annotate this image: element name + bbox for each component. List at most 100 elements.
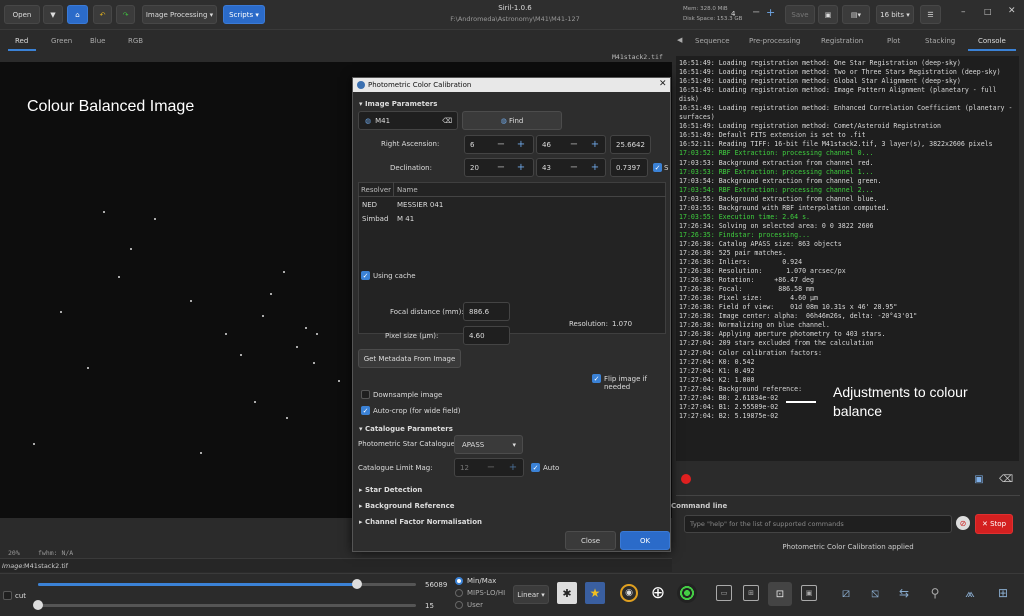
tool-falsecolor-icon[interactable]: ★ [585,582,605,604]
tab-registration[interactable]: Registration [821,37,863,45]
background-reference-expander[interactable]: ▸ Background Reference [359,502,455,510]
ra-hours-minus[interactable]: − [491,135,511,154]
rotate-left-icon[interactable]: ⧄ [836,583,856,603]
ok-button[interactable]: OK [620,531,670,550]
maximize-button[interactable]: □ [984,7,992,16]
radio-minmax[interactable] [455,577,463,585]
dec-minutes-plus[interactable]: + [585,158,605,177]
ra-seconds[interactable]: 25.6642 [610,135,651,154]
tab-rgb[interactable]: RGB [128,37,143,45]
catalogue-params-header[interactable]: ▾ Catalogue Parameters [359,425,453,433]
recent-dropdown-button[interactable]: ▼ [43,5,63,24]
zoom-one-icon[interactable]: ⊡ [768,582,792,606]
autocrop-label: Auto-crop (for wide field) [373,407,461,415]
clear-log-button[interactable]: ⌫ [999,472,1013,486]
image-processing-menu[interactable]: Image Processing ▾ [142,5,217,24]
south-checkbox[interactable]: ✓ [653,163,662,172]
save-log-button[interactable]: ▣ [972,472,986,486]
undo-button[interactable]: ↶ [93,5,112,24]
more-tools-icon[interactable]: ⊞ [992,583,1014,603]
ra-minutes-plus[interactable]: + [585,135,605,154]
limit-mag-minus[interactable]: − [481,458,501,477]
auto-limit-checkbox[interactable]: ✓ [531,463,540,472]
background-reference-title: Background Reference [364,502,455,510]
dec-seconds[interactable]: 0.7397 [610,158,648,177]
tab-sequence[interactable]: Sequence [695,37,730,45]
command-input[interactable]: Type "help" for the list of supported co… [684,515,952,533]
stop-button[interactable]: ✕ Stop [975,514,1013,534]
save-button[interactable]: Save [785,5,815,24]
dec-degrees-plus[interactable]: + [511,158,531,177]
histogram-icon[interactable]: ⩕ [959,583,981,603]
rotate-right-icon[interactable]: ⧅ [865,583,885,603]
minimize-button[interactable]: – [961,7,966,17]
close-button[interactable]: Close [565,531,616,550]
object-input[interactable]: ◍ M41 ⌫ [358,111,458,130]
zoom-fit-icon[interactable]: ▭ [716,585,732,601]
open-button[interactable]: Open [4,5,40,24]
pixel-size-input[interactable]: 4.60 [463,326,510,345]
zoom-in-icon[interactable]: ⊞ [743,585,759,601]
tool-target-icon[interactable] [677,583,697,603]
scripts-menu[interactable]: Scripts ▾ [223,5,265,24]
star-catalogue-select[interactable]: APASS ▾ [454,435,523,454]
get-metadata-button[interactable]: Get Metadata From Image [358,349,461,368]
photometry-icon[interactable]: ⚲ [925,583,945,603]
max-value[interactable]: 56089 [425,581,447,589]
threads-count[interactable]: 4 [731,10,735,18]
main-menu-button[interactable]: ☰ [920,5,941,24]
image-params-header[interactable]: ▾ Image Parameters [359,100,437,108]
flip-image-checkbox[interactable]: ✓ [592,374,601,383]
snapshot-button[interactable]: ▣ [818,5,838,24]
max-slider-handle[interactable] [352,579,362,589]
tab-console[interactable]: Console [978,37,1006,45]
tool-grid-icon[interactable]: ⊕ [648,583,668,603]
home-button[interactable]: ⌂ [67,5,88,24]
radio-mips[interactable] [455,589,463,597]
tab-plot[interactable]: Plot [887,37,900,45]
channel-normalisation-expander[interactable]: ▸ Channel Factor Normalisation [359,518,482,526]
redo-icon: ↷ [122,10,129,19]
resolver-row-ned[interactable]: NED [362,201,377,209]
dec-degrees-minus[interactable]: − [491,158,511,177]
tab-blue[interactable]: Blue [90,37,106,45]
tab-red[interactable]: Red [15,37,28,45]
panel-collapse-button[interactable]: ◀ [677,36,682,44]
min-slider-handle[interactable] [33,600,43,610]
tab-preprocessing[interactable]: Pre-processing [749,37,800,45]
resolver-row-simbad-name[interactable]: M 41 [397,215,414,223]
autocrop-checkbox[interactable]: ✓ [361,406,370,415]
cut-checkbox[interactable] [3,591,12,600]
tool-negative-icon[interactable]: ✱ [557,582,577,604]
close-window-button[interactable]: ✕ [1008,6,1016,16]
tab-green[interactable]: Green [51,37,72,45]
zoom-out-icon[interactable]: ▣ [801,585,817,601]
resolver-row-simbad[interactable]: Simbad [362,215,388,223]
tab-red-underline [8,49,36,51]
stretch-select[interactable]: Linear ▾ [513,585,549,604]
threads-decrease-button[interactable]: − [752,7,760,18]
dec-minutes-minus[interactable]: − [564,158,584,177]
save-as-menu[interactable]: ▤▾ [842,5,870,24]
bit-depth-select[interactable]: 16 bits ▾ [876,5,914,24]
tab-stacking[interactable]: Stacking [925,37,955,45]
mirror-icon[interactable]: ⇆ [894,583,914,603]
threads-increase-button[interactable]: + [766,6,775,19]
using-cache-checkbox[interactable]: ✓ [361,271,370,280]
ra-hours-plus[interactable]: + [511,135,531,154]
star-detection-expander[interactable]: ▸ Star Detection [359,486,422,494]
console-line: 17:26:38: Normalizing on blue channel. [679,321,830,330]
dialog-close-button[interactable]: ✕ [659,79,667,89]
tool-annotate-icon[interactable]: ◉ [620,584,638,602]
focal-input[interactable]: 886.6 [463,302,510,321]
resolver-row-ned-name[interactable]: MESSIER 041 [397,201,443,209]
radio-user[interactable] [455,601,463,609]
ra-minutes-minus[interactable]: − [564,135,584,154]
redo-button[interactable]: ↷ [116,5,135,24]
find-button[interactable]: ◍ Find [462,111,562,130]
downsample-checkbox[interactable] [361,390,370,399]
clear-command-button[interactable]: ⊘ [956,516,970,530]
limit-mag-plus[interactable]: + [503,458,523,477]
min-slider-track[interactable] [38,604,416,607]
min-value[interactable]: 15 [425,602,434,610]
